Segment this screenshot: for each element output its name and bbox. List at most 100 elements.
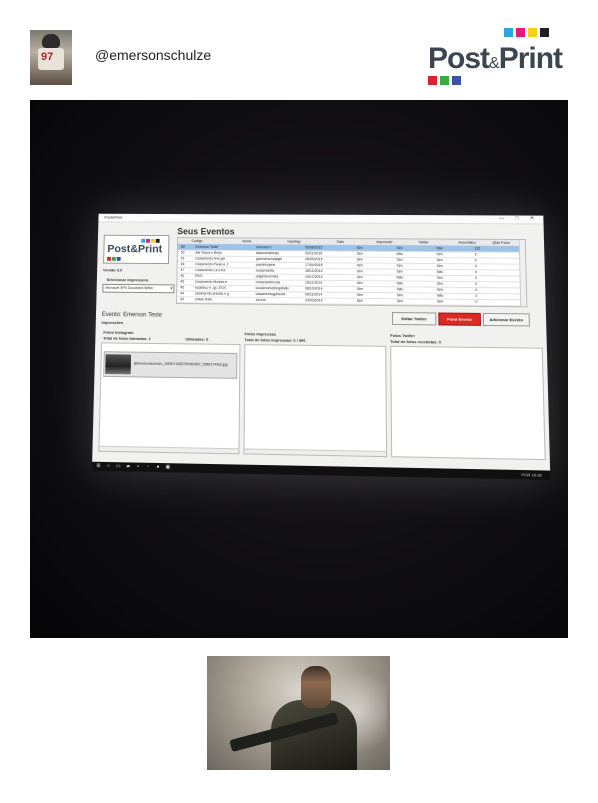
table-cell: Não — [436, 246, 472, 250]
add-event-button[interactable]: Adicionar Evento — [483, 313, 530, 326]
table-cell: Sim — [357, 269, 393, 273]
avatar-jersey-number: 97 — [41, 51, 53, 63]
table-cell: lucasmomentegatadu — [256, 286, 303, 290]
table-cell: Sim — [357, 281, 393, 285]
twitter-panel-title: Fotos Twitter — [390, 333, 415, 338]
printer-select-value: Microsoft XPS Document Writer — [105, 286, 153, 290]
photo-thumbnail — [105, 354, 131, 374]
windows-taskbar: ⊞ ○ ▭ ▰ ▪ ▫ ● ▣ POR 16:36 — [92, 462, 550, 480]
table-cell: Sim — [357, 287, 393, 291]
table-cell: Sim — [357, 258, 393, 262]
col-automatico[interactable]: Automatico — [458, 241, 476, 245]
table-cell: 06/11/2014 — [305, 292, 341, 296]
post-and-print-logo: Post&Print — [428, 28, 570, 88]
instagram-panel[interactable]: @emersonschulze_1005713253752361657_2956… — [98, 342, 240, 454]
edit-twitter-button[interactable]: Editar Twitter — [392, 312, 436, 325]
col-nome[interactable]: Nome — [242, 239, 251, 243]
start-icon[interactable]: ⊞ — [96, 464, 101, 469]
table-cell: Casamento Moisés e — [195, 280, 242, 284]
logo-square-green — [440, 76, 449, 85]
table-cell: Sim — [396, 258, 432, 262]
table-cell: 28/12/2014 — [305, 269, 341, 273]
col-codigo[interactable]: Código — [192, 239, 203, 243]
window-controls[interactable]: — □ ✕ — [499, 215, 539, 221]
app-logo-square-yellow — [151, 239, 155, 243]
table-cell: pdgeldummies — [256, 274, 303, 278]
task-view-icon[interactable]: ▭ — [116, 464, 121, 469]
table-cell: casamento priscila e g — [195, 291, 242, 295]
events-table[interactable]: Código Nome Hashtag Data Impressão Twitt… — [176, 237, 527, 307]
col-qtde-fotos[interactable]: Qtde Fotos — [492, 241, 510, 245]
logo-square-cyan — [504, 28, 513, 37]
table-cell: 15/11/2014 — [305, 281, 341, 285]
username[interactable]: @emersonschulze — [95, 47, 211, 63]
system-tray[interactable]: POR 16:36 — [521, 472, 542, 478]
table-cell: Sim — [357, 252, 393, 256]
running-app-icon[interactable]: ▣ — [165, 465, 170, 470]
app-logo-square-blue — [117, 257, 121, 261]
table-cell: Sim — [397, 299, 433, 303]
table-cell: Não — [396, 252, 432, 256]
version-label: Versão 3.0 — [103, 267, 122, 272]
logo-square-yellow — [528, 28, 537, 37]
event-name: Evento: Emerson Teste — [102, 312, 162, 318]
table-cell: Sim — [357, 246, 393, 250]
search-icon[interactable]: ○ — [106, 464, 111, 469]
table-cell: zoltan teste — [195, 297, 242, 301]
table-cell: 0 — [475, 276, 512, 280]
col-hashtag[interactable]: Hashtag — [287, 240, 300, 244]
logo-wordmark: Post&Print — [428, 42, 562, 76]
profile-avatar[interactable]: 97 — [30, 30, 72, 85]
table-cell: 05/09/2015 — [305, 257, 341, 261]
table-cell: Sim — [437, 282, 473, 286]
table-cell: Sim — [436, 258, 472, 262]
app-logo-square-red — [107, 257, 111, 261]
twitter-panel[interactable] — [390, 346, 545, 460]
monitor-photo[interactable]: Post&Print — □ ✕ Post&Print Versão 3.0 S… — [30, 100, 568, 638]
event-subtitle: Impressões — [102, 320, 124, 325]
table-cell: 0 — [475, 264, 511, 268]
table-cell: 17/04/2015 — [305, 263, 341, 267]
table-cell: moisesestrunda — [256, 280, 303, 284]
table-cell: Não — [397, 287, 433, 291]
printed-panel[interactable] — [243, 344, 387, 457]
printer-select[interactable]: Microsoft XPS Document Writer ▾ — [102, 284, 174, 293]
stop-event-button[interactable]: Parar Evento — [438, 312, 481, 325]
instagram-used: Utilizadas: 0 — [185, 336, 208, 341]
instagram-total: Total de fotos baixadas: 1 — [103, 336, 151, 341]
app-screen: Post&Print — □ ✕ Post&Print Versão 3.0 S… — [92, 214, 550, 480]
table-cell: Sim — [397, 293, 433, 297]
app-icon[interactable]: ▪ — [136, 465, 141, 470]
table-cell: 05/08/2015 — [305, 246, 341, 250]
col-twitter[interactable]: Twitter — [418, 240, 428, 244]
table-scrollbar[interactable] — [519, 240, 527, 306]
printer-label: Selecionar Impressora — [107, 277, 149, 282]
chevron-down-icon[interactable]: ▾ — [170, 285, 172, 290]
instagram-panel-title: Fotos Instagram — [103, 330, 133, 335]
app-logo-square-magenta — [146, 239, 150, 243]
table-cell: 0 — [475, 270, 511, 274]
table-cell: 02/11/2015 — [305, 251, 341, 255]
printed-total: Total de fotos impressas: 0 / 900 — [244, 337, 305, 343]
table-cell: aladoscaebrejo — [256, 251, 303, 255]
table-cell: Sim — [436, 252, 472, 256]
table-cell: 0 — [475, 300, 512, 304]
col-impressao[interactable]: Impressão — [376, 240, 392, 244]
folder-icon[interactable]: ▰ — [126, 464, 131, 469]
list-item[interactable]: @emersonschulze_1005713253752361657_2956… — [103, 351, 237, 379]
app-logo: Post&Print — [103, 235, 169, 264]
table-cell: PDG — [195, 274, 242, 278]
table-cell: Não — [397, 276, 433, 280]
table-cell: Sim — [357, 263, 393, 267]
browser-icon[interactable]: ● — [155, 465, 160, 470]
avatar-helmet — [42, 34, 60, 48]
table-cell: Sim — [397, 270, 433, 274]
instagram-scrollbar[interactable] — [99, 446, 238, 454]
twitter-total: Total de fotos recebidas: 0 — [390, 339, 441, 345]
col-data[interactable]: Data — [337, 240, 344, 244]
logo-square-magenta — [516, 28, 525, 37]
store-icon[interactable]: ▫ — [145, 465, 150, 470]
app-logo-square-black — [156, 239, 160, 243]
table-cell: Sim — [357, 299, 393, 303]
printed-scrollbar[interactable] — [244, 448, 386, 456]
